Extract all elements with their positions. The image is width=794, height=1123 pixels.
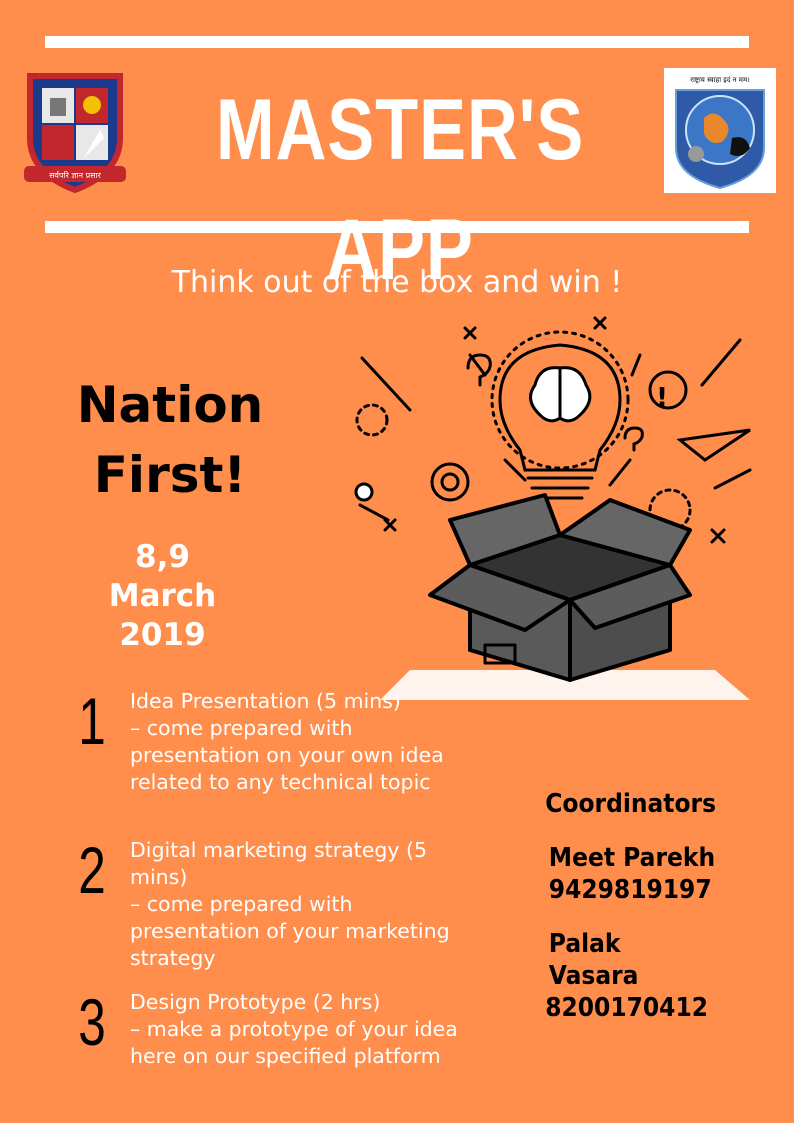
event-line: related to any technical topic: [130, 770, 431, 794]
event-number: 1: [78, 684, 106, 758]
coordinators-heading: Coordinators: [545, 789, 717, 819]
event-line: here on our specified platform: [130, 1044, 441, 1068]
coordinator-phone: 9429819197: [548, 875, 712, 905]
open-box-icon: [428, 493, 692, 682]
tagline: Think out of the box and win !: [171, 265, 623, 300]
event-line: – come prepared with: [130, 716, 353, 740]
event-line: presentation on your own idea: [130, 743, 444, 767]
emblem-logo-icon: राष्ट्राय स्वाहा इदं न मम।: [664, 68, 776, 193]
slogan-line-1: Nation: [76, 376, 264, 434]
page-title: MASTER'S APP: [215, 82, 585, 298]
svg-text:सर्वपरि ज्ञान प्रसार: सर्वपरि ज्ञान प्रसार: [49, 170, 102, 180]
coordinator-name: Palak Vasara: [548, 929, 639, 991]
coordinators: Coordinators Meet Parekh 9429819197 Pala…: [538, 788, 718, 1024]
event-description: Idea Presentation (5 mins) – come prepar…: [130, 688, 470, 796]
slogan: Nation First!: [55, 370, 285, 510]
university-crest-icon: सर्वपरि ज्ञान प्रसार: [20, 68, 130, 194]
event-line: Design Prototype (2 hrs): [130, 990, 381, 1014]
coordinator-phone: 8200170412: [545, 993, 709, 1023]
date-line-1: 8,9: [135, 539, 190, 575]
event-date: 8,9 March 2019: [90, 538, 235, 655]
event-description: Design Prototype (2 hrs) – make a protot…: [130, 989, 470, 1070]
event-line: mins): [130, 865, 188, 889]
event-line: Digital marketing strategy (5: [130, 838, 428, 862]
slogan-line-2: First!: [93, 446, 247, 504]
svg-text:राष्ट्राय स्वाहा इदं न मम।: राष्ट्राय स्वाहा इदं न मम।: [690, 76, 750, 84]
brain-lightbulb-icon: !: [340, 310, 780, 700]
event-number: 3: [78, 985, 106, 1059]
event-description: Digital marketing strategy (5 mins) – co…: [130, 837, 470, 972]
event-line: strategy: [130, 946, 216, 970]
event-line: – come prepared with: [130, 892, 353, 916]
coordinator-name: Meet Parekh: [548, 843, 716, 873]
date-line-3: 2019: [119, 617, 206, 653]
date-line-2: March: [108, 578, 217, 614]
svg-text:!: !: [656, 383, 668, 413]
top-rule: [45, 36, 749, 48]
event-line: presentation of your marketing: [130, 919, 450, 943]
event-line: Idea Presentation (5 mins): [130, 689, 401, 713]
event-line: – make a prototype of your idea: [130, 1017, 458, 1041]
event-number: 2: [78, 833, 106, 907]
